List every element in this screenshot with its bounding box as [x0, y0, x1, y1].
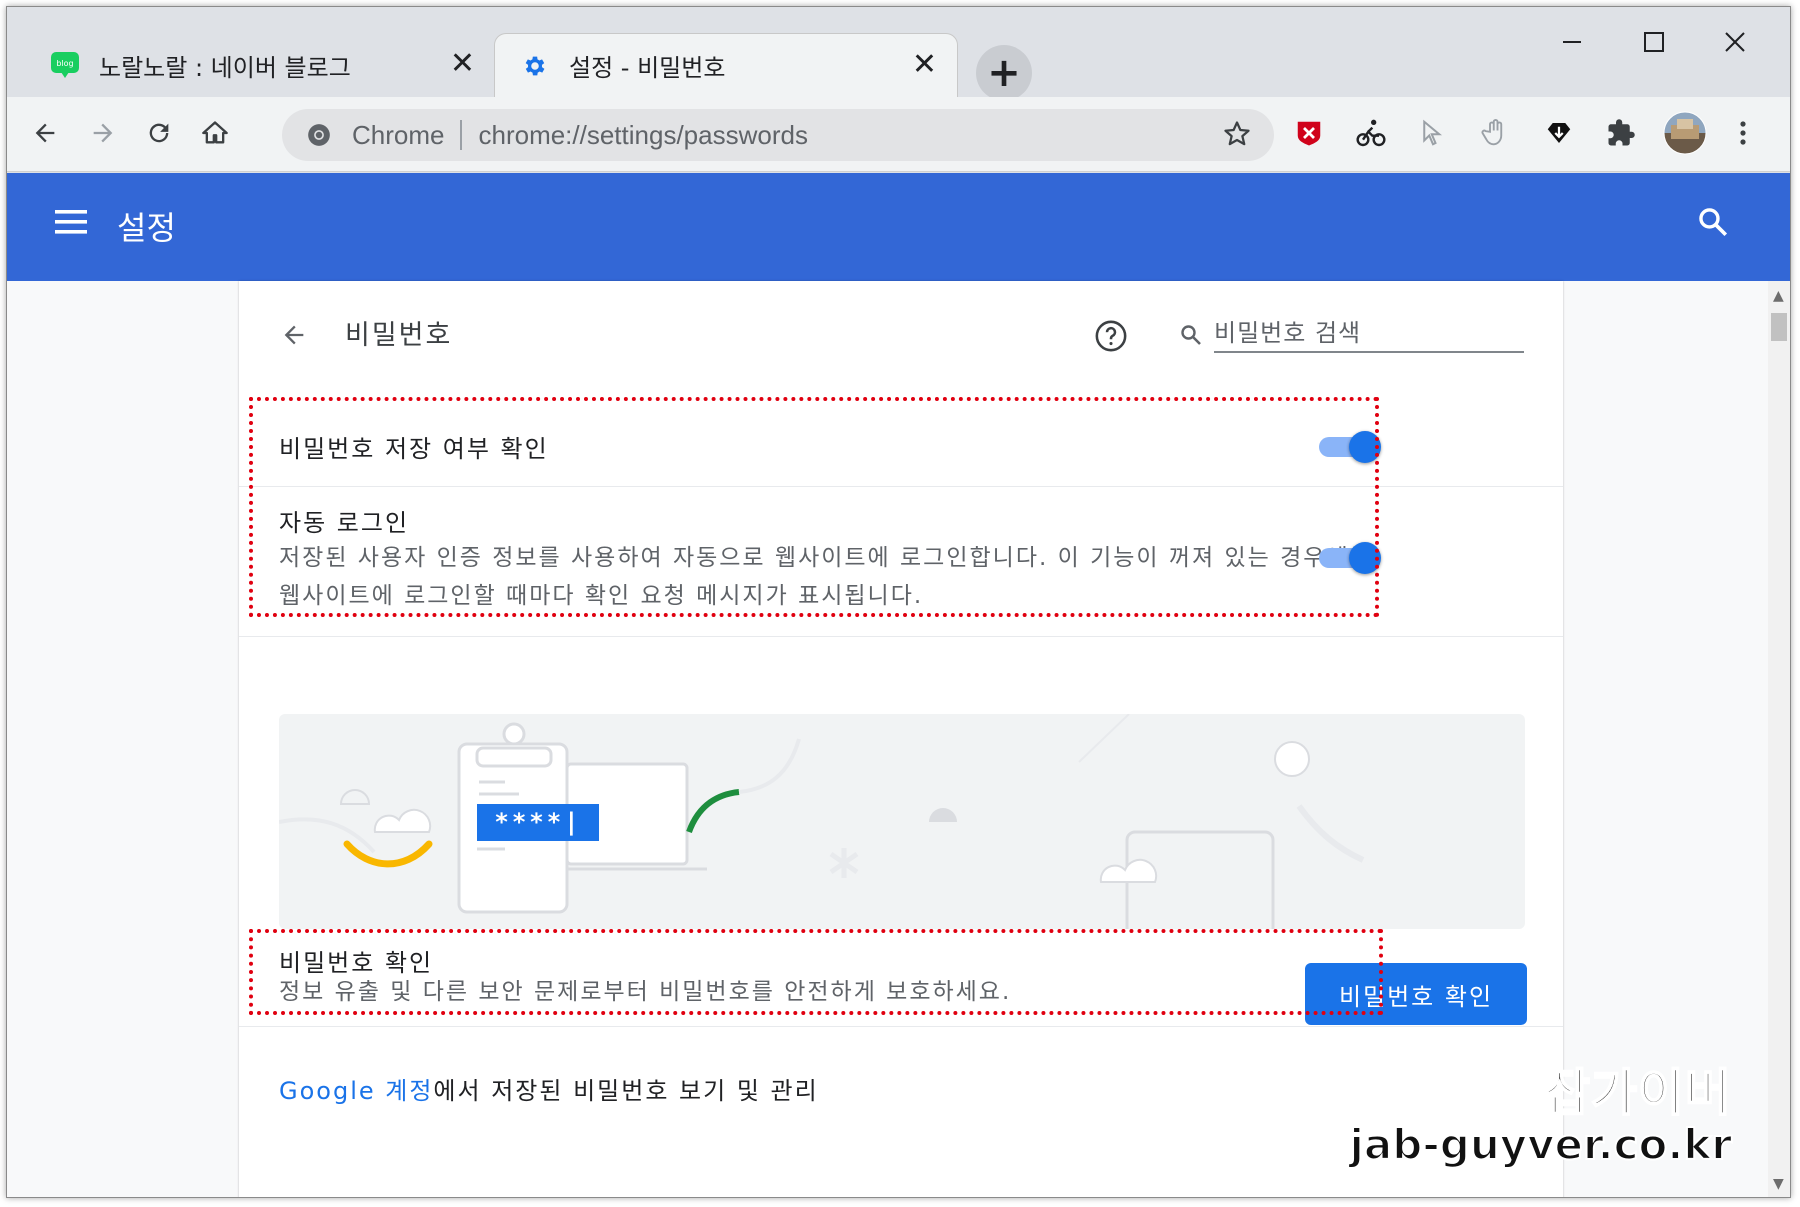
maximize-icon[interactable] — [1624, 17, 1684, 67]
more-menu-icon[interactable] — [1725, 115, 1761, 151]
tab-naver-blog[interactable]: blog 노랄노랄 : 네이버 블로그 ✕ — [25, 33, 495, 97]
password-search-input[interactable]: 비밀번호 검색 — [1214, 309, 1524, 353]
omnibox-separator — [460, 120, 463, 150]
settings-header: 설정 — [7, 173, 1790, 281]
new-tab-button[interactable]: + — [976, 45, 1032, 101]
reload-icon[interactable] — [137, 111, 181, 155]
password-check-illustration: ****| — [279, 714, 1525, 929]
scroll-up-arrow-icon[interactable]: ▲ — [1773, 289, 1784, 303]
blog-favicon-text: blog — [56, 59, 73, 68]
password-check-description: 정보 유출 및 다른 보안 문제로부터 비밀번호를 안전하게 보호하세요. — [279, 979, 1012, 1005]
google-account-link[interactable]: Google 계정 — [279, 1077, 433, 1105]
offer-save-toggle[interactable] — [1319, 429, 1381, 463]
auto-signin-toggle[interactable] — [1319, 540, 1381, 574]
hand-extension-icon[interactable] — [1477, 115, 1513, 151]
tab-settings-passwords[interactable]: 설정 - 비밀번호 ✕ — [494, 33, 958, 97]
puzzle-extensions-icon[interactable] — [1603, 115, 1639, 151]
browser-toolbar: Chrome chrome://settings/passwords — [7, 97, 1790, 172]
avatar[interactable] — [1663, 111, 1707, 155]
scheme-chip: Chrome — [352, 119, 445, 150]
minimize-icon[interactable] — [1542, 17, 1602, 67]
bookmark-star-icon[interactable] — [1222, 119, 1252, 149]
check-passwords-button[interactable]: 비밀번호 확인 — [1305, 963, 1527, 1025]
offer-save-label: 비밀번호 저장 여부 확인 — [279, 435, 549, 463]
page-title: 비밀번호 — [345, 320, 453, 351]
scrollbar[interactable]: ▲ ▼ — [1768, 281, 1790, 1197]
browser-window: blog 노랄노랄 : 네이버 블로그 ✕ 설정 - 비밀번호 ✕ + Chro… — [6, 6, 1791, 1198]
google-account-text: 에서 저장된 비밀번호 보기 및 관리 — [433, 1077, 819, 1105]
close-icon[interactable]: ✕ — [912, 48, 937, 82]
masked-password-text: ****| — [494, 808, 581, 836]
down-arrow-extension-icon[interactable] — [1541, 115, 1577, 151]
tab-strip: blog 노랄노랄 : 네이버 블로그 ✕ 설정 - 비밀번호 ✕ + — [7, 7, 1790, 101]
address-bar[interactable]: Chrome chrome://settings/passwords — [282, 109, 1274, 161]
watermark: 잡가이버 jab-guyver.co.kr — [1349, 1064, 1733, 1170]
section-divider — [239, 1026, 1563, 1027]
passwords-subheader: 비밀번호 비밀번호 검색 — [239, 281, 1563, 391]
close-icon[interactable]: ✕ — [450, 47, 475, 81]
back-icon[interactable] — [23, 111, 67, 155]
naver-blog-icon: blog — [51, 51, 79, 79]
shield-extension-icon[interactable] — [1291, 115, 1327, 151]
settings-title: 설정 — [117, 209, 176, 247]
watermark-title: 잡가이버 — [1543, 1064, 1732, 1122]
passwords-card: 비밀번호 비밀번호 검색 비밀번호 저장 여부 확인 자동 로그인 저장된 사용… — [239, 281, 1563, 1197]
scroll-down-arrow-icon[interactable]: ▼ — [1773, 1177, 1784, 1191]
auto-signin-row: 자동 로그인 저장된 사용자 인증 정보를 사용하여 자동으로 웹사이트에 로그… — [239, 486, 1563, 624]
settings-content: 비밀번호 비밀번호 검색 비밀번호 저장 여부 확인 자동 로그인 저장된 사용… — [7, 281, 1777, 1197]
cyclist-extension-icon[interactable] — [1353, 115, 1389, 151]
chrome-logo-icon — [308, 124, 330, 146]
forward-icon[interactable] — [81, 111, 125, 155]
auto-signin-description: 저장된 사용자 인증 정보를 사용하여 자동으로 웹사이트에 로그인합니다. 이… — [279, 545, 1373, 609]
section-divider — [239, 636, 1563, 637]
window-close-icon[interactable] — [1705, 17, 1765, 67]
url-text[interactable]: chrome://settings/passwords — [478, 120, 807, 151]
back-arrow-icon[interactable] — [279, 321, 309, 353]
search-icon[interactable] — [1696, 205, 1730, 243]
google-account-row: Google 계정에서 저장된 비밀번호 보기 및 관리 — [279, 1071, 819, 1106]
offer-save-row: 비밀번호 저장 여부 확인 — [239, 411, 1563, 486]
search-icon — [1179, 323, 1203, 351]
help-icon[interactable] — [1094, 319, 1128, 357]
home-icon[interactable] — [193, 111, 237, 155]
tab-title: 노랄노랄 : 네이버 블로그 — [99, 53, 351, 82]
scrollbar-thumb[interactable] — [1771, 313, 1787, 341]
hamburger-menu-icon[interactable] — [55, 209, 87, 239]
settings-gear-icon — [521, 52, 549, 80]
auto-signin-label: 자동 로그인 — [279, 509, 410, 537]
watermark-url: jab-guyver.co.kr — [1349, 1120, 1733, 1170]
cursor-extension-icon[interactable] — [1415, 115, 1451, 151]
tab-title: 설정 - 비밀번호 — [569, 54, 726, 82]
